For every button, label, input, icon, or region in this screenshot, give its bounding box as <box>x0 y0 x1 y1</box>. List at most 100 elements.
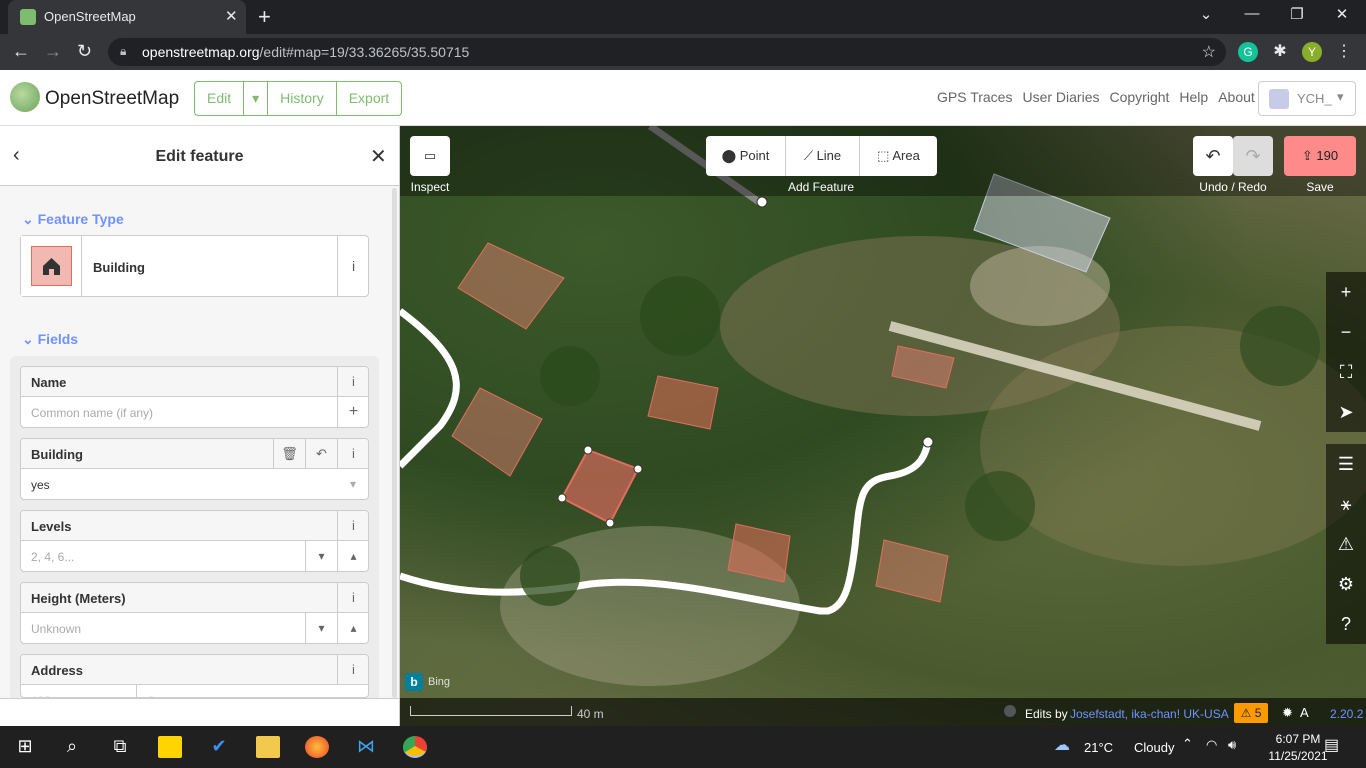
plus-icon[interactable]: + <box>337 397 368 427</box>
trash-icon[interactable]: 🗑︎ <box>273 439 305 469</box>
firefox-icon[interactable] <box>305 736 329 758</box>
vertex-node[interactable] <box>583 445 593 455</box>
sticky-notes-icon[interactable] <box>158 736 182 758</box>
zoom-out-icon[interactable]: − <box>1326 312 1366 352</box>
issues-warning-icon[interactable]: ⚠ <box>1326 524 1366 564</box>
tab-close-icon[interactable]: ✕ <box>225 7 238 25</box>
nav-user-diaries[interactable]: User Diaries <box>1022 89 1099 105</box>
selected-building-area[interactable] <box>560 448 640 525</box>
nav-help[interactable]: Help <box>1179 89 1208 105</box>
vertex-node[interactable] <box>605 518 615 528</box>
building-area[interactable] <box>875 539 949 603</box>
road-line[interactable] <box>400 308 460 469</box>
vertex-node[interactable] <box>922 436 934 448</box>
reload-icon[interactable]: ↻ <box>77 41 92 62</box>
chevron-down-icon[interactable]: ▾ <box>337 469 368 499</box>
bug-icon[interactable]: ✹ <box>1282 705 1293 721</box>
address-street-input[interactable]: Street <box>137 685 367 697</box>
restore-icon[interactable]: ❐ <box>1277 5 1317 23</box>
zoom-in-icon[interactable]: + <box>1326 272 1366 312</box>
address-bar[interactable]: 🔒︎ openstreetmap.org/edit#map=19/33.3626… <box>108 38 1226 66</box>
add-area-button[interactable]: ⬚ Area <box>860 136 937 176</box>
feature-type-selector[interactable]: Building i <box>20 235 369 297</box>
search-icon[interactable]: ⌕ <box>60 736 84 758</box>
profile-avatar[interactable]: Y <box>1302 42 1322 62</box>
osm-brand[interactable]: OpenStreetMap <box>45 88 179 110</box>
osm-logo[interactable] <box>10 82 40 112</box>
save-button[interactable]: ⇪ 190 <box>1284 136 1356 176</box>
undo-icon[interactable]: ↶ <box>1193 136 1233 176</box>
todo-check-icon[interactable]: ✔ <box>207 736 231 758</box>
browser-menu-icon[interactable]: ⋮ <box>1334 42 1354 62</box>
extensions-puzzle-icon[interactable]: ✱ <box>1270 42 1290 62</box>
wifi-icon[interactable]: ◠ <box>1206 737 1217 753</box>
geolocate-icon[interactable]: ➤ <box>1326 392 1366 432</box>
info-icon[interactable]: i <box>337 655 368 685</box>
vertex-node[interactable] <box>633 464 643 474</box>
edit-button[interactable]: Edit <box>195 82 245 115</box>
increment-icon[interactable]: ▴ <box>337 613 368 643</box>
add-line-button[interactable]: ⟋ Line <box>786 136 860 176</box>
info-icon[interactable]: i <box>337 511 368 541</box>
preferences-icon[interactable]: ⚙ <box>1326 564 1366 604</box>
building-combo-input[interactable]: yes <box>21 469 368 499</box>
fields-section-toggle[interactable]: ⌄ Fields <box>22 331 78 348</box>
export-button[interactable]: Export <box>337 82 401 115</box>
increment-icon[interactable]: ▴ <box>337 541 368 571</box>
minimize-icon[interactable]: — <box>1232 5 1272 22</box>
info-icon[interactable]: i <box>337 583 368 613</box>
clock-time[interactable]: 6:07 PM <box>1268 732 1328 746</box>
task-view-icon[interactable]: ⧉ <box>108 736 132 758</box>
grammarly-extension-icon[interactable]: G <box>1238 42 1258 62</box>
map-data-icon[interactable]: ⚹ <box>1326 484 1366 524</box>
redo-icon[interactable]: ↷ <box>1233 136 1273 176</box>
name-input[interactable]: Common name (if any) <box>21 397 368 427</box>
file-explorer-icon[interactable] <box>256 736 280 758</box>
add-point-button[interactable]: ⬤ Point <box>706 136 786 176</box>
chevron-up-icon[interactable]: ⌃ <box>1182 736 1193 752</box>
nav-copyright[interactable]: Copyright <box>1109 89 1169 105</box>
address-housenumber-input[interactable]: 123 <box>21 685 137 697</box>
height-input[interactable]: Unknown <box>21 613 305 643</box>
weather-temp[interactable]: 21°C <box>1084 740 1113 755</box>
info-icon[interactable]: i <box>337 367 368 397</box>
layers-icon[interactable]: ☰ <box>1326 444 1366 484</box>
new-tab-button[interactable]: + <box>258 4 271 30</box>
feature-type-section-toggle[interactable]: ⌄ Feature Type <box>22 211 124 228</box>
decrement-icon[interactable]: ▾ <box>305 613 337 643</box>
nav-about[interactable]: About <box>1218 89 1255 105</box>
vertex-node[interactable] <box>756 196 768 208</box>
close-icon[interactable]: ✕ <box>370 144 387 169</box>
issues-warning-badge[interactable]: ⚠ 5 <box>1234 703 1268 723</box>
help-icon[interactable]: ? <box>1326 604 1366 644</box>
volume-icon[interactable]: 🔊︎ <box>1228 737 1236 753</box>
weather-desc[interactable]: Cloudy <box>1134 740 1174 755</box>
version-link[interactable]: 2.20.2 <box>1330 707 1363 721</box>
sidebar-toggle-icon[interactable]: ▭ <box>410 136 450 176</box>
chevron-down-icon[interactable]: ⌄ <box>1186 5 1226 23</box>
vertex-node[interactable] <box>557 493 567 503</box>
levels-input[interactable]: 2, 4, 6... <box>21 541 305 571</box>
building-area[interactable] <box>451 387 543 477</box>
user-menu-button[interactable]: YCH_ ▾ <box>1258 81 1356 116</box>
building-area[interactable] <box>647 375 719 430</box>
undo-field-icon[interactable]: ↶ <box>305 439 337 469</box>
edit-dropdown-caret-icon[interactable]: ▾ <box>244 82 269 115</box>
language-icon[interactable]: A <box>1300 705 1309 720</box>
sidebar-scrollbar[interactable] <box>392 188 397 698</box>
windows-start-icon[interactable]: ⊞ <box>13 736 37 758</box>
window-close-icon[interactable]: ✕ <box>1322 5 1362 23</box>
vscode-icon[interactable]: ⋈ <box>354 736 378 758</box>
decrement-icon[interactable]: ▾ <box>305 541 337 571</box>
bookmark-star-icon[interactable]: ☆ <box>1202 42 1216 62</box>
history-button[interactable]: History <box>268 82 337 115</box>
map-canvas[interactable] <box>400 126 1366 726</box>
building-area[interactable] <box>457 242 565 330</box>
chrome-icon[interactable] <box>403 736 427 758</box>
zoom-to-selection-icon[interactable]: ⛶ <box>1326 352 1366 392</box>
info-icon[interactable]: i <box>337 439 368 469</box>
back-arrow-icon[interactable]: ← <box>12 41 30 62</box>
info-icon[interactable]: i <box>337 236 369 296</box>
edits-by-users[interactable]: Josefstadt, ika-chan! UK-USA <box>1070 707 1229 721</box>
browser-tab[interactable]: OpenStreetMap ✕ <box>8 0 246 34</box>
